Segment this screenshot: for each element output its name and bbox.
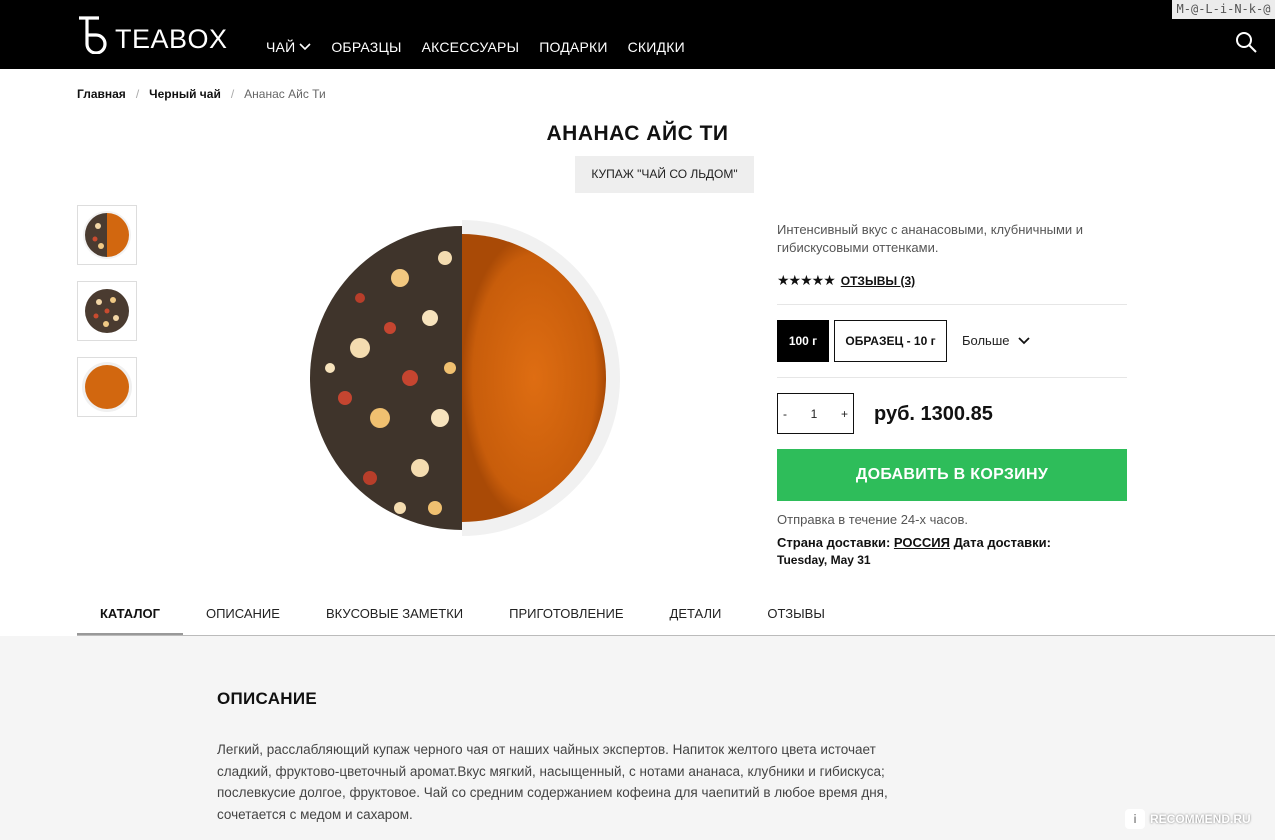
thumbnail-leaves[interactable] xyxy=(77,281,137,341)
recommend-logo-icon: i xyxy=(1125,809,1145,829)
quantity-value[interactable]: 1 xyxy=(811,407,818,421)
nav-item-label: ОБРАЗЦЫ xyxy=(331,39,402,55)
watermark-bottom: i RECOMMEND.RU xyxy=(1125,806,1267,832)
quantity-stepper: - 1 + xyxy=(777,393,854,434)
nav-item-label: СКИДКИ xyxy=(627,39,685,55)
logo-mark-icon xyxy=(79,16,107,54)
product-image xyxy=(310,220,620,536)
quantity-minus-button[interactable]: - xyxy=(783,407,787,421)
quantity-plus-button[interactable]: + xyxy=(841,407,848,421)
teabox-logo[interactable]: TEABOX xyxy=(77,14,228,54)
watermark-top: M-@-L-i-N-k-@ xyxy=(1172,0,1275,19)
breadcrumb-category[interactable]: Черный чай xyxy=(149,87,221,101)
breadcrumb: Главная / Черный чай / Ананас Айс Ти xyxy=(77,87,326,101)
breadcrumb-separator: / xyxy=(230,87,235,101)
logo-text: TEABOX xyxy=(115,24,228,54)
thumbnail-split-image xyxy=(83,211,131,259)
thumbnail-cup-image xyxy=(82,362,132,412)
tab-details[interactable]: ДЕТАЛИ xyxy=(647,595,745,636)
tab-description[interactable]: ОПИСАНИЕ xyxy=(183,595,303,636)
breadcrumb-home[interactable]: Главная xyxy=(77,87,126,101)
main-nav: ЧАЙ ОБРАЗЦЫ АКСЕССУАРЫ ПОДАРКИ СКИДКИ xyxy=(266,39,685,55)
product-tabs: КАТАЛОГ ОПИСАНИЕ ВКУСОВЫЕ ЗАМЕТКИ ПРИГОТ… xyxy=(77,595,848,636)
tab-tasting-notes[interactable]: ВКУСОВЫЕ ЗАМЕТКИ xyxy=(303,595,486,636)
watermark-text: RECOMMEND.RU xyxy=(1150,812,1251,826)
chevron-down-icon xyxy=(1017,336,1030,344)
delivery-date-label: Дата доставки: xyxy=(953,535,1051,550)
delivery-country-link[interactable]: РОССИЯ xyxy=(894,535,950,550)
delivery-date: Tuesday, May 31 xyxy=(777,553,871,567)
tab-brewing[interactable]: ПРИГОТОВЛЕНИЕ xyxy=(486,595,646,636)
star-rating-icon: ★★★★★ xyxy=(777,272,836,288)
site-header: TEABOX ЧАЙ ОБРАЗЦЫ АКСЕССУАРЫ ПОДАРКИ СК… xyxy=(0,0,1275,69)
nav-item-label: АКСЕССУАРЫ xyxy=(421,39,520,55)
nav-item-label: ЧАЙ xyxy=(266,39,296,55)
description-title: ОПИСАНИЕ xyxy=(217,689,318,708)
add-to-cart-button[interactable]: ДОБАВИТЬ В КОРЗИНУ xyxy=(777,449,1127,501)
nav-item-sale[interactable]: СКИДКИ xyxy=(628,39,685,55)
thumbnail-split[interactable] xyxy=(77,205,137,265)
size-option-100g[interactable]: 100 г xyxy=(777,320,829,362)
size-option-sample[interactable]: ОБРАЗЕЦ - 10 г xyxy=(834,320,947,362)
nav-item-label: ПОДАРКИ xyxy=(539,39,608,55)
reviews-link[interactable]: ОТЗЫВЫ (3) xyxy=(841,274,915,288)
nav-item-gifts[interactable]: ПОДАРКИ xyxy=(539,39,607,55)
delivery-country-label: Страна доставки: xyxy=(777,535,891,550)
more-sizes-label: Больше xyxy=(962,333,1010,348)
price: руб. 1300.85 xyxy=(874,403,993,425)
description-body: Легкий, расслабляющий купаж черного чая … xyxy=(217,742,888,822)
breadcrumb-current: Ананас Айс Ти xyxy=(244,87,326,101)
divider xyxy=(777,377,1127,378)
search-icon[interactable] xyxy=(1234,30,1258,54)
product-title: АНАНАС АЙС ТИ xyxy=(546,122,729,145)
breadcrumb-separator: / xyxy=(135,87,140,101)
nav-item-tea[interactable]: ЧАЙ xyxy=(266,39,311,55)
nav-item-accessories[interactable]: АКСЕССУАРЫ xyxy=(422,39,520,55)
blend-tag: КУПАЖ "ЧАЙ СО ЛЬДОМ" xyxy=(575,156,754,193)
short-description: Интенсивный вкус с ананасовыми, клубничн… xyxy=(777,222,1084,255)
thumbnail-cup[interactable] xyxy=(77,357,137,417)
rating: ★★★★★ ОТЗЫВЫ (3) xyxy=(777,272,915,289)
thumbnail-leaves-image xyxy=(85,289,129,333)
tab-reviews[interactable]: ОТЗЫВЫ xyxy=(744,595,847,636)
nav-item-samples[interactable]: ОБРАЗЦЫ xyxy=(331,39,401,55)
chevron-down-icon xyxy=(299,43,311,51)
more-sizes-dropdown[interactable]: Больше xyxy=(962,333,1030,348)
tab-catalog[interactable]: КАТАЛОГ xyxy=(77,595,183,636)
divider xyxy=(777,304,1127,305)
delivery-info: Страна доставки: РОССИЯ Дата доставки: xyxy=(777,535,1127,551)
shipping-info: Отправка в течение 24-х часов. xyxy=(777,512,968,527)
